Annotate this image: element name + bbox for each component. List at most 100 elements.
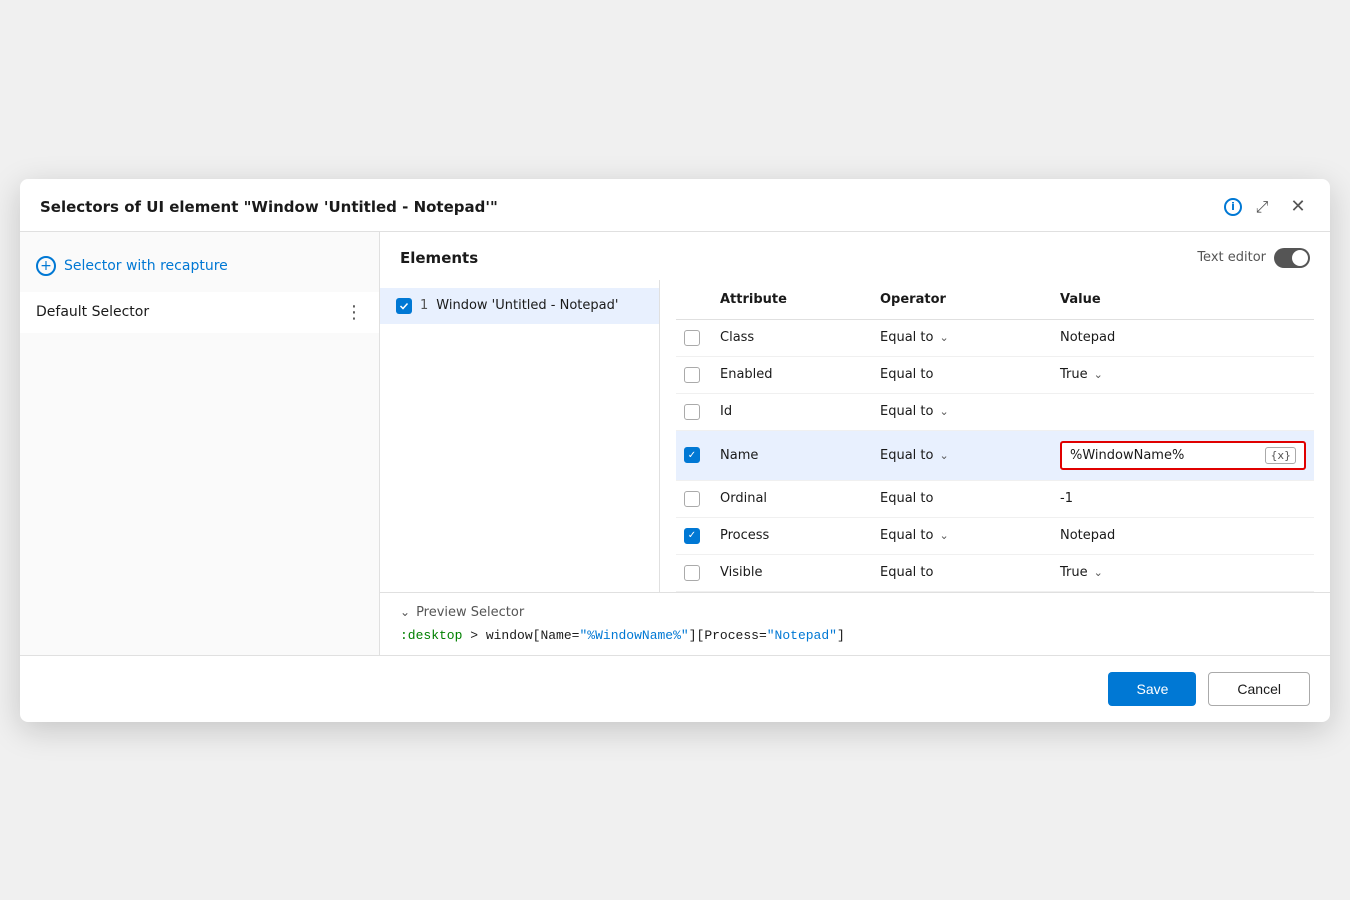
attr-operator-process-text: Equal to [880,528,933,543]
dialog-footer: Save Cancel [20,655,1330,722]
attr-checkbox-name[interactable]: ✓ [684,447,700,463]
code-attr2-name: Process [704,628,759,643]
code-arrow: > [462,628,485,643]
tree-checkbox[interactable] [396,298,412,314]
attr-checkbox-process[interactable]: ✓ [684,528,700,544]
checkbox-check-process-icon: ✓ [688,530,696,541]
attr-row-enabled: Enabled Equal to True ⌄ [676,357,1314,394]
code-attr1-val: "%WindowName%" [579,628,688,643]
save-button[interactable]: Save [1108,672,1196,706]
attr-checkbox-enabled[interactable] [684,367,700,383]
code-bracket2-close: ] [837,628,845,643]
dialog: Selectors of UI element "Window 'Untitle… [20,179,1330,722]
attr-operator-name-text: Equal to [880,448,933,463]
attr-value-enabled-text: True [1060,367,1088,382]
expand-icon[interactable]: ⤢ [1250,195,1274,219]
dialog-header: Selectors of UI element "Window 'Untitle… [20,179,1330,232]
code-element: window [486,628,533,643]
selector-item-label: Default Selector [36,304,149,320]
code-attr2-eq: = [759,628,767,643]
preview-title: Preview Selector [416,605,524,620]
attr-operator-visible: Equal to [880,565,1060,580]
code-desktop: :desktop [400,628,462,643]
attr-row-id: Id Equal to ⌄ [676,394,1314,431]
attr-checkbox-visible[interactable] [684,565,700,581]
dialog-body: + Selector with recapture Default Select… [20,232,1330,655]
code-bracket1-close: ] [689,628,697,643]
var-button-name[interactable]: {x} [1265,447,1296,464]
attr-checkbox-id[interactable] [684,404,700,420]
attr-operator-id-text: Equal to [880,404,933,419]
attr-table-header: Attribute Operator Value [676,280,1314,320]
attr-value-visible-text: True [1060,565,1088,580]
text-editor-label: Text editor [1197,250,1266,265]
preview-selector: ⌄ Preview Selector :desktop > window[Nam… [380,592,1330,655]
attr-operator-enabled: Equal to [880,367,1060,382]
attr-value-ordinal: -1 [1060,491,1306,506]
attr-operator-ordinal: Equal to [880,491,1060,506]
chevron-down-icon[interactable]: ⌄ [939,331,948,344]
chevron-collapse-icon: ⌄ [400,605,410,619]
tree-item[interactable]: 1 Window 'Untitled - Notepad' [380,288,659,324]
attr-row-name: ✓ Name Equal to ⌄ %WindowName% {x} [676,431,1314,481]
attr-value-visible: True ⌄ [1060,565,1306,580]
attr-row-ordinal: Ordinal Equal to -1 [676,481,1314,518]
attr-value-name: %WindowName% {x} [1060,441,1306,470]
attr-value-process: Notepad [1060,528,1306,543]
attr-operator-id: Equal to ⌄ [880,404,1060,419]
preview-code: :desktop > window[Name="%WindowName%"][P… [400,628,1310,643]
attr-operator-class: Equal to ⌄ [880,330,1060,345]
add-selector-button[interactable]: + Selector with recapture [20,248,379,284]
attr-name-enabled: Enabled [720,367,880,382]
attr-name-id: Id [720,404,880,419]
attr-header-attribute: Attribute [720,292,880,307]
attr-row-visible: Visible Equal to True ⌄ [676,555,1314,592]
attr-operator-process: Equal to ⌄ [880,528,1060,543]
attr-operator-name: Equal to ⌄ [880,448,1060,463]
info-icon[interactable]: i [1224,198,1242,216]
preview-header[interactable]: ⌄ Preview Selector [400,605,1310,620]
attr-name-name: Name [720,448,880,463]
elements-tree: 1 Window 'Untitled - Notepad' [380,280,660,592]
code-attr2-val: "Notepad" [767,628,837,643]
code-attr1-name: Name [540,628,571,643]
add-selector-label: Selector with recapture [64,258,228,274]
selector-item-default[interactable]: Default Selector ⋮ [20,292,379,333]
left-panel: + Selector with recapture Default Select… [20,232,380,655]
attr-row-process: ✓ Process Equal to ⌄ Notepad [676,518,1314,555]
text-editor-toggle[interactable]: Text editor [1197,248,1310,268]
chevron-down-visible-icon[interactable]: ⌄ [1094,566,1103,579]
attr-header-operator: Operator [880,292,1060,307]
elements-title: Elements [400,249,478,267]
attr-checkbox-ordinal[interactable] [684,491,700,507]
attributes-table: Attribute Operator Value Class Equal to … [660,280,1330,592]
attr-operator-visible-text: Equal to [880,565,933,580]
attr-row-class: Class Equal to ⌄ Notepad [676,320,1314,357]
attr-checkbox-class[interactable] [684,330,700,346]
attr-name-visible: Visible [720,565,880,580]
text-editor-switch[interactable] [1274,248,1310,268]
right-panel: Elements Text editor 1 [380,232,1330,655]
chevron-down-id-icon[interactable]: ⌄ [939,405,948,418]
chevron-down-process-icon[interactable]: ⌄ [939,529,948,542]
attr-operator-class-text: Equal to [880,330,933,345]
chevron-down-enabled-icon[interactable]: ⌄ [1094,368,1103,381]
attr-value-name-text: %WindowName% [1070,448,1184,463]
chevron-down-name-icon[interactable]: ⌄ [939,449,948,462]
attr-name-process: Process [720,528,880,543]
attr-value-enabled: True ⌄ [1060,367,1306,382]
attr-header-value: Value [1060,292,1306,307]
add-circle-icon: + [36,256,56,276]
right-panel-header: Elements Text editor [380,232,1330,280]
close-icon[interactable]: ✕ [1286,195,1310,219]
attr-name-class: Class [720,330,880,345]
attr-operator-ordinal-text: Equal to [880,491,933,506]
header-actions: ⤢ ✕ [1250,195,1310,219]
attr-name-ordinal: Ordinal [720,491,880,506]
attr-header-checkbox-col [684,292,720,307]
attr-value-class: Notepad [1060,330,1306,345]
checkbox-check-icon: ✓ [688,450,696,461]
cancel-button[interactable]: Cancel [1208,672,1310,706]
dots-menu-icon[interactable]: ⋮ [345,302,363,323]
right-panel-content: 1 Window 'Untitled - Notepad' Attribute … [380,280,1330,592]
